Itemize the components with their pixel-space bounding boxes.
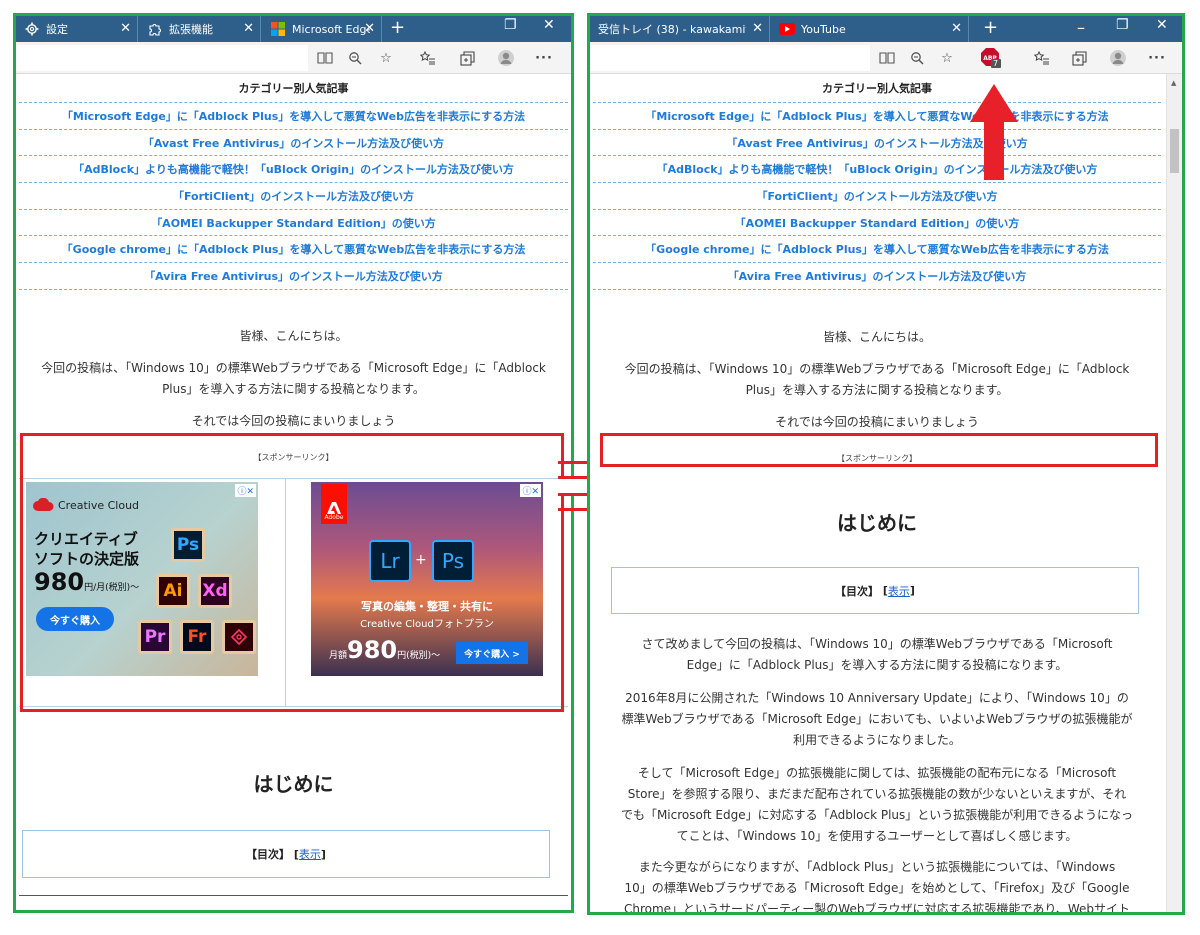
close-icon[interactable]: ✕ (752, 21, 763, 36)
popular-article-link[interactable]: 「AOMEI Backupper Standard Edition」の使い方 (593, 210, 1161, 237)
popular-article-link[interactable]: 「Google chrome」に「Adblock Plus」を導入して悪質なWe… (593, 236, 1161, 264)
scroll-up-icon[interactable]: ▲ (1171, 79, 1176, 87)
profile-avatar-icon[interactable] (1109, 49, 1127, 67)
popular-article-link[interactable]: 「Microsoft Edge」に「Adblock Plus」を導入して悪質なW… (19, 103, 568, 130)
ad-highlight-box (600, 433, 1158, 467)
vertical-scrollbar[interactable]: ▲ (1166, 74, 1182, 912)
minimize-window-button[interactable]: – (1077, 18, 1085, 37)
page-content: カテゴリー別人気記事 「Microsoft Edge」に「Adblock Plu… (590, 74, 1164, 912)
abp-blocked-count: 7 (993, 59, 999, 68)
new-tab-button[interactable]: + (983, 18, 998, 38)
close-icon[interactable]: ✕ (951, 21, 962, 36)
intro-line-1: 今回の投稿は、「Windows 10」の標準Webブラウザである「Microso… (41, 361, 546, 375)
favorite-star-icon[interactable]: ☆ (377, 49, 395, 67)
popular-articles-list: 「Microsoft Edge」に「Adblock Plus」を導入して悪質なW… (19, 102, 568, 290)
zoom-icon[interactable] (346, 49, 364, 67)
tab-label: Microsoft Edge (292, 22, 370, 36)
table-of-contents: 【目次】 [表示] (22, 830, 550, 878)
more-options-icon[interactable]: ··· (1148, 49, 1166, 67)
section-heading: はじめに (837, 511, 917, 535)
toc-label: 【目次】 (835, 584, 880, 598)
tab-youtube[interactable]: YouTube ✕ (771, 16, 969, 42)
lead-text: それでは今回の投稿にまいりましょう (775, 415, 979, 429)
scrollbar-thumb[interactable] (1170, 129, 1179, 173)
browser-toolbar: ☆ ··· (16, 42, 571, 74)
tab-bar: 設定 ✕ 拡張機能 ✕ Microsoft Edge ✕ + ❐ ✕ (16, 16, 571, 42)
greeting-text: 皆様、こんにちは。 (239, 329, 348, 343)
paragraph-2: 2016年8月に公開された「Windows 10 Anniversary Upd… (621, 691, 1133, 747)
intro-line-1: 今回の投稿は、「Windows 10」の標準Webブラウザである「Microso… (624, 362, 1130, 376)
toc-toggle-link[interactable]: 表示 (299, 846, 321, 862)
tab-label: 受信トレイ (38) - kawakamitatsuya (598, 23, 746, 36)
popular-article-link[interactable]: 「AdBlock」よりも高機能で軽快！「uBlock Origin」のインストー… (593, 156, 1161, 184)
youtube-icon (779, 21, 795, 37)
windows-logo-icon (270, 21, 286, 37)
adblock-plus-extension-icon[interactable]: ABP 7 (979, 47, 1003, 69)
ad-highlight-box (20, 433, 564, 712)
tab-extensions[interactable]: 拡張機能 ✕ (139, 16, 261, 42)
popular-articles-title: カテゴリー別人気記事 (238, 82, 349, 95)
popular-articles-title: カテゴリー別人気記事 (822, 82, 932, 95)
section-heading: はじめに (253, 772, 334, 796)
reading-view-icon[interactable] (316, 49, 334, 67)
collections-icon[interactable] (1070, 49, 1088, 67)
greeting-text: 皆様、こんにちは。 (822, 330, 931, 344)
close-icon[interactable]: ✕ (364, 21, 375, 36)
popular-article-link[interactable]: 「Avast Free Antivirus」のインストール方法及び使い方 (19, 130, 568, 157)
profile-avatar-icon[interactable] (497, 49, 515, 67)
browser-window-left: 設定 ✕ 拡張機能 ✕ Microsoft Edge ✕ + ❐ ✕ ☆ ···… (13, 13, 574, 913)
tab-inbox[interactable]: 受信トレイ (38) - kawakamitatsuya ✕ (590, 16, 770, 42)
restore-window-button[interactable]: ❐ (504, 17, 517, 33)
new-tab-button[interactable]: + (390, 18, 405, 38)
popular-article-link[interactable]: 「Avira Free Antivirus」のインストール方法及び使い方 (593, 263, 1161, 290)
popular-article-link[interactable]: 「Avast Free Antivirus」のインストール方法及び使い方 (593, 130, 1161, 157)
close-icon[interactable]: ✕ (120, 21, 131, 36)
zoom-icon[interactable] (908, 49, 926, 67)
popular-article-link[interactable]: 「FortiClient」のインストール方法及び使い方 (593, 183, 1161, 210)
popular-articles-list: 「Microsoft Edge」に「Adblock Plus」を導入して悪質なW… (593, 102, 1161, 290)
browser-window-right: 受信トレイ (38) - kawakamitatsuya ✕ YouTube ✕… (587, 13, 1185, 915)
tab-label: 拡張機能 (169, 23, 213, 36)
restore-window-button[interactable]: ❐ (1116, 17, 1129, 33)
divider (19, 895, 568, 896)
popular-article-link[interactable]: 「Avira Free Antivirus」のインストール方法及び使い方 (19, 263, 568, 290)
collections-icon[interactable] (458, 49, 476, 67)
tab-bar: 受信トレイ (38) - kawakamitatsuya ✕ YouTube ✕… (590, 16, 1182, 42)
gear-icon (24, 21, 40, 37)
page-content: カテゴリー別人気記事 「Microsoft Edge」に「Adblock Plu… (16, 74, 571, 910)
tab-label: 設定 (46, 23, 68, 36)
close-window-button[interactable]: ✕ (543, 17, 555, 33)
lead-text: それでは今回の投稿にまいりましょう (191, 414, 396, 428)
address-bar[interactable] (16, 45, 308, 71)
popular-article-link[interactable]: 「FortiClient」のインストール方法及び使い方 (19, 183, 568, 210)
paragraph-4: また今更ながらになりますが、「Adblock Plus」という拡張機能については… (623, 860, 1131, 912)
tab-label: YouTube (801, 22, 846, 36)
tab-settings[interactable]: 設定 ✕ (16, 16, 138, 42)
toc-toggle-link[interactable]: 表示 (888, 583, 910, 599)
address-bar[interactable] (590, 45, 870, 71)
toc-label: 【目次】 (246, 848, 291, 861)
reading-view-icon[interactable] (878, 49, 896, 67)
favorite-star-icon[interactable]: ☆ (938, 49, 956, 67)
close-icon[interactable]: ✕ (243, 21, 254, 36)
tab-microsoft-edge[interactable]: Microsoft Edge ✕ (262, 16, 382, 42)
popular-article-link[interactable]: 「AdBlock」よりも高機能で軽快！「uBlock Origin」のインストー… (19, 156, 568, 184)
browser-toolbar: ☆ ABP 7 ··· (590, 42, 1182, 74)
puzzle-icon (147, 21, 163, 37)
favorites-list-icon[interactable] (1033, 49, 1051, 67)
intro-line-2: Plus」を導入する方法に関する投稿となります。 (745, 383, 1009, 397)
intro-line-2: Plus」を導入する方法に関する投稿となります。 (162, 382, 425, 396)
red-arrow-annotation (968, 82, 1020, 186)
popular-article-link[interactable]: 「AOMEI Backupper Standard Edition」の使い方 (19, 210, 568, 237)
popular-article-link[interactable]: 「Microsoft Edge」に「Adblock Plus」を導入して悪質なW… (593, 103, 1161, 130)
popular-article-link[interactable]: 「Google chrome」に「Adblock Plus」を導入して悪質なWe… (19, 236, 568, 264)
more-options-icon[interactable]: ··· (535, 49, 553, 67)
favorites-list-icon[interactable] (419, 49, 437, 67)
table-of-contents: 【目次】 [表示] (611, 567, 1139, 614)
paragraph-1: さて改めまして今回の投稿は、「Windows 10」の標準Webブラウザである「… (641, 637, 1113, 672)
paragraph-3: そして「Microsoft Edge」の拡張機能に関しては、拡張機能の配布元にな… (620, 766, 1134, 843)
close-window-button[interactable]: ✕ (1156, 17, 1168, 33)
